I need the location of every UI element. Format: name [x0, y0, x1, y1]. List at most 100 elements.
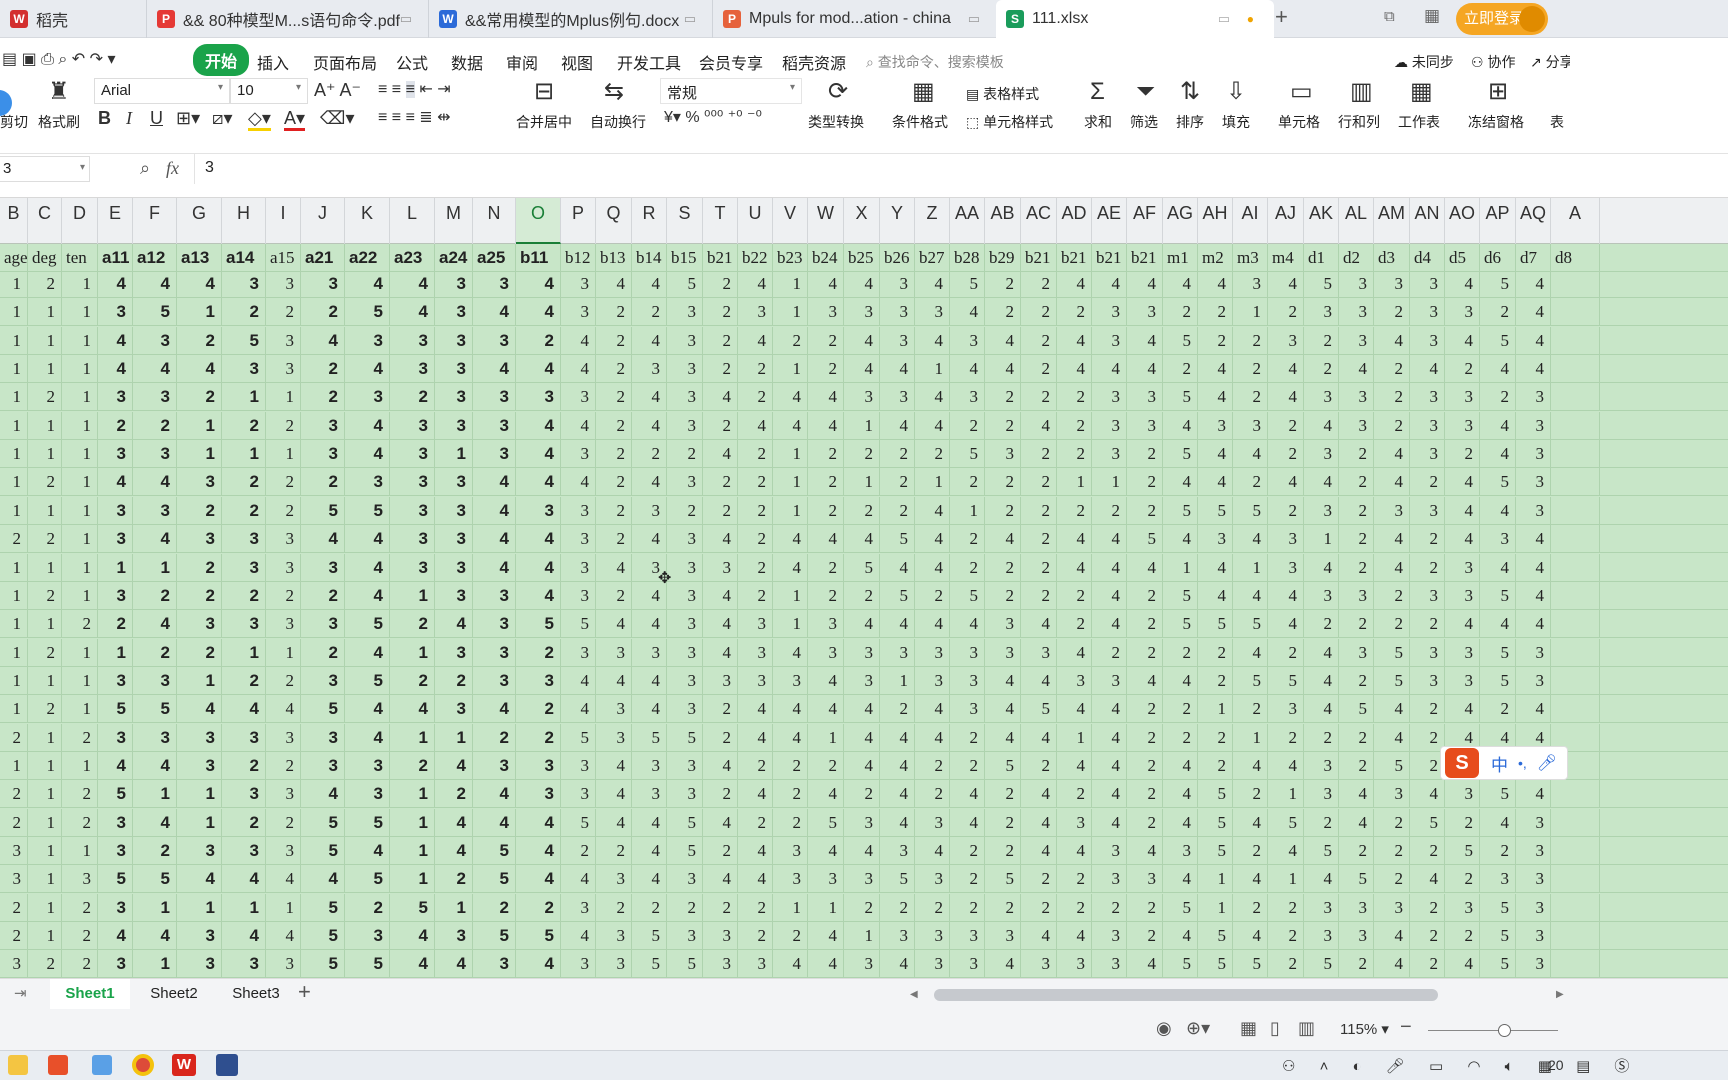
- table-cell[interactable]: 2: [516, 695, 561, 724]
- table-cell[interactable]: 3: [985, 922, 1021, 951]
- table-cell[interactable]: [1551, 468, 1600, 497]
- table-cell[interactable]: b12: [561, 244, 596, 272]
- page-mode-icon[interactable]: ⊕▾: [1186, 1018, 1210, 1039]
- table-cell[interactable]: 4: [1163, 525, 1198, 554]
- table-cell[interactable]: 5: [1410, 808, 1445, 837]
- table-cell[interactable]: 2: [1021, 355, 1057, 384]
- table-cell[interactable]: 3: [596, 865, 632, 894]
- table-cell[interactable]: 3: [222, 270, 266, 298]
- table-cell[interactable]: 1: [773, 581, 808, 610]
- system-tray-icons[interactable]: ⚇ ˄ ◐ 🎤︎ ▭ ◠ 🔈︎ ▦ ▤ Ⓢ: [1282, 1055, 1639, 1076]
- table-cell[interactable]: 2: [915, 581, 950, 610]
- table-cell[interactable]: 3: [1516, 383, 1551, 412]
- table-cell[interactable]: 5: [390, 893, 435, 922]
- table-cell[interactable]: 2: [1127, 695, 1163, 724]
- table-cell[interactable]: 3: [435, 922, 473, 951]
- table-cell[interactable]: 3: [473, 751, 516, 780]
- table-cell[interactable]: 2: [62, 950, 98, 978]
- table-cell[interactable]: a24: [435, 244, 473, 272]
- table-cell[interactable]: 4: [561, 865, 596, 894]
- table-cell[interactable]: 2: [1127, 723, 1163, 752]
- table-cell[interactable]: 2: [596, 496, 632, 525]
- table-cell[interactable]: 1: [28, 298, 62, 327]
- table-cell[interactable]: 3: [667, 355, 703, 384]
- table-cell[interactable]: 4: [1127, 326, 1163, 355]
- table-cell[interactable]: 3: [561, 270, 596, 298]
- table-cell[interactable]: 2: [1268, 893, 1304, 922]
- column-header-F[interactable]: F: [133, 198, 177, 244]
- table-cell[interactable]: 4: [1445, 950, 1480, 978]
- table-cell[interactable]: 2: [28, 383, 62, 412]
- clear-format-icon[interactable]: ⌫▾: [320, 108, 355, 128]
- table-cell[interactable]: 4: [1163, 270, 1198, 298]
- table-cell[interactable]: 4: [561, 411, 596, 440]
- table-cell[interactable]: 2: [596, 383, 632, 412]
- table-cell[interactable]: b28: [950, 244, 985, 272]
- table-cell[interactable]: 3: [561, 553, 596, 582]
- column-header-J[interactable]: J: [301, 198, 345, 244]
- table-cell[interactable]: 3: [1092, 298, 1127, 327]
- table-cell[interactable]: 2: [738, 355, 773, 384]
- table-cell[interactable]: 4: [880, 808, 915, 837]
- table-cell[interactable]: 2: [880, 468, 915, 497]
- table-cell[interactable]: 4: [1057, 837, 1092, 865]
- table-cell[interactable]: 4: [345, 525, 390, 554]
- table-cell[interactable]: 3: [1127, 865, 1163, 894]
- menu-developer[interactable]: 开发工具: [617, 50, 681, 74]
- table-cell[interactable]: 1: [0, 638, 28, 667]
- currency-percent-icons[interactable]: ¥▾ % ⁰⁰⁰ ⁺⁰ ⁻⁰: [664, 108, 762, 128]
- freeze-panes-label[interactable]: 冻结窗格: [1468, 112, 1524, 132]
- table-cell[interactable]: 1: [390, 837, 435, 865]
- table-cell[interactable]: 4: [516, 411, 561, 440]
- table-cell[interactable]: 3: [808, 865, 844, 894]
- table-cell[interactable]: 4: [1233, 581, 1268, 610]
- column-header-AB[interactable]: AB: [985, 198, 1021, 244]
- table-cell[interactable]: 4: [1092, 780, 1127, 809]
- table-cell[interactable]: 3: [880, 922, 915, 951]
- table-cell[interactable]: b21: [1021, 244, 1057, 272]
- table-cell[interactable]: 4: [345, 411, 390, 440]
- wps-icon[interactable]: W: [172, 1054, 196, 1076]
- table-cell[interactable]: 5: [1480, 638, 1516, 667]
- column-header-I[interactable]: I: [266, 198, 301, 244]
- table-cell[interactable]: 4: [390, 922, 435, 951]
- table-cell[interactable]: 2: [62, 610, 98, 639]
- table-cell[interactable]: 1: [435, 440, 473, 469]
- table-cell[interactable]: 1: [0, 496, 28, 525]
- table-cell[interactable]: 4: [1304, 666, 1339, 695]
- table-cell[interactable]: 2: [133, 638, 177, 667]
- table-cell[interactable]: 4: [738, 837, 773, 865]
- table-cell[interactable]: a14: [222, 244, 266, 272]
- table-cell[interactable]: 4: [1268, 610, 1304, 639]
- table-cell[interactable]: 1: [1092, 468, 1127, 497]
- table-cell[interactable]: 1: [773, 468, 808, 497]
- table-cell[interactable]: 1: [98, 638, 133, 667]
- table-cell[interactable]: 4: [435, 950, 473, 978]
- horizontal-scrollbar[interactable]: [934, 989, 1438, 1001]
- table-cell[interactable]: 3: [773, 865, 808, 894]
- table-cell[interactable]: 3: [301, 723, 345, 752]
- column-header-V[interactable]: V: [773, 198, 808, 244]
- table-cell[interactable]: 4: [1480, 553, 1516, 582]
- table-cell[interactable]: 4: [222, 695, 266, 724]
- table-cell[interactable]: 5: [985, 751, 1021, 780]
- table-cell[interactable]: 3: [667, 326, 703, 355]
- table-cell[interactable]: 4: [1092, 355, 1127, 384]
- table-cell[interactable]: 3: [844, 865, 880, 894]
- table-cell[interactable]: 4: [345, 638, 390, 667]
- column-header-AL[interactable]: AL: [1339, 198, 1374, 244]
- table-cell[interactable]: 2: [1233, 837, 1268, 865]
- table-cell[interactable]: 2: [808, 581, 844, 610]
- table-cell[interactable]: 4: [632, 468, 667, 497]
- table-cell[interactable]: 3: [985, 610, 1021, 639]
- table-cell[interactable]: 3: [473, 950, 516, 978]
- table-cell[interactable]: 3: [915, 298, 950, 327]
- table-cell[interactable]: 2: [222, 298, 266, 327]
- table-cell[interactable]: 4: [390, 950, 435, 978]
- convert-type-icon[interactable]: ⟳: [828, 80, 848, 104]
- table-cell[interactable]: 2: [1445, 865, 1480, 894]
- table-cell[interactable]: 3: [950, 638, 985, 667]
- table-cell[interactable]: 1: [133, 950, 177, 978]
- table-cell[interactable]: 4: [1516, 525, 1551, 554]
- table-cell[interactable]: 2: [1339, 440, 1374, 469]
